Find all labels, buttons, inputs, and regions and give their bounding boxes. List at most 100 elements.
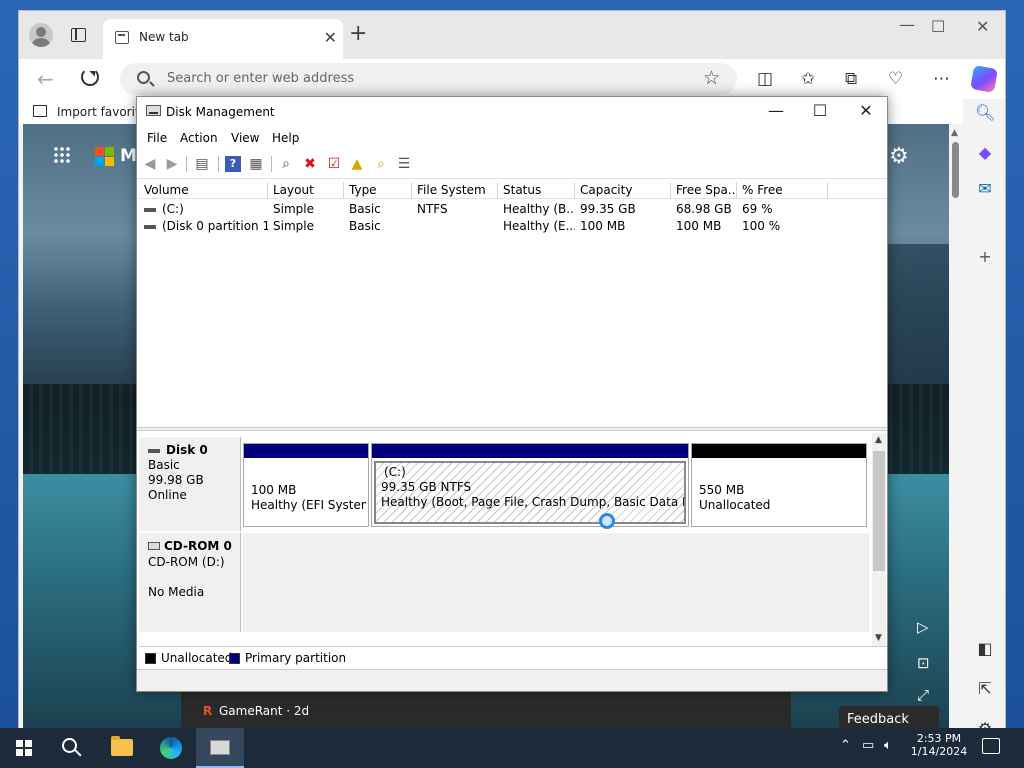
- favorite-star-icon[interactable]: ☆: [703, 67, 720, 89]
- menu-action[interactable]: Action: [180, 131, 218, 145]
- start-button-windows-icon[interactable]: [16, 740, 32, 756]
- address-bar[interactable]: Search or enter web address ☆: [120, 63, 737, 95]
- expand-icon[interactable]: ⤢: [917, 686, 929, 704]
- volume-muted-icon[interactable]: 🔈︎: [884, 738, 892, 753]
- layout-cell: Simple: [273, 202, 314, 216]
- column-status[interactable]: Status: [498, 182, 575, 199]
- menu-view[interactable]: View: [231, 131, 259, 145]
- cdrom-0-label[interactable]: CD-ROM 0 CD-ROM (D:) No Media: [139, 533, 241, 632]
- tab-title: New tab: [139, 30, 189, 44]
- disk-name: CD-ROM 0: [164, 539, 232, 553]
- app-launcher-icon[interactable]: [53, 146, 71, 164]
- window-title-bar[interactable]: Disk Management — ☐ ✕: [137, 97, 887, 127]
- disk-size: 99.98 GB: [148, 473, 204, 487]
- check-icon[interactable]: ☑: [326, 156, 342, 172]
- partition-status: Healthy (Boot, Page File, Crash Dump, Ba…: [381, 495, 684, 509]
- tab-actions-icon[interactable]: [71, 28, 86, 42]
- import-favorites-link[interactable]: Import favorite: [57, 105, 147, 119]
- back-arrow-icon[interactable]: ◀: [142, 156, 158, 172]
- disk-type: Basic: [148, 458, 180, 472]
- close-window-icon[interactable]: ✕: [976, 17, 989, 36]
- partition-body: 100 MB Healthy (EFI System P: [246, 461, 366, 524]
- properties-icon[interactable]: ▦: [248, 156, 264, 172]
- free-space-cell: 100 MB: [676, 219, 722, 233]
- free-space-cell: 68.98 GB: [676, 202, 732, 216]
- split-screen-icon[interactable]: ◫: [757, 69, 773, 89]
- open-external-icon[interactable]: ⇱: [975, 679, 995, 699]
- column-file-system[interactable]: File System: [412, 182, 498, 199]
- hide-sidebar-icon[interactable]: ◧: [975, 639, 995, 659]
- import-favorites-icon[interactable]: [33, 105, 47, 117]
- forward-arrow-icon[interactable]: ▶: [164, 156, 180, 172]
- back-icon[interactable]: ←: [37, 67, 54, 91]
- favorites-icon[interactable]: ✩: [801, 69, 815, 89]
- table-row[interactable]: (Disk 0 partition 1) Simple Basic Health…: [139, 218, 887, 235]
- scrollbar-thumb[interactable]: [952, 142, 959, 198]
- scroll-down-icon[interactable]: ▼: [875, 633, 882, 643]
- page-scrollbar[interactable]: ▲: [949, 124, 963, 734]
- close-tab-icon[interactable]: ✕: [324, 28, 337, 47]
- search-sidebar-icon[interactable]: 🔍︎: [975, 103, 995, 123]
- play-icon[interactable]: ▷: [917, 618, 929, 636]
- page-settings-gear-icon[interactable]: ⚙: [889, 144, 909, 169]
- new-tab-plus-icon[interactable]: +: [349, 21, 367, 46]
- table-row[interactable]: (C:) Simple Basic NTFS Healthy (B... 99.…: [139, 201, 887, 218]
- disk-management-taskbar-icon: [210, 740, 230, 755]
- browser-sidebar: 🔍︎ ◆ ✉ + ◧ ⇱ ⚙: [963, 99, 1005, 734]
- scrollbar-thumb[interactable]: [873, 451, 885, 571]
- pane-splitter[interactable]: [137, 427, 887, 431]
- disk-name-line: Disk 0: [148, 443, 208, 457]
- column-capacity[interactable]: Capacity: [575, 182, 671, 199]
- minimize-button[interactable]: —: [753, 101, 799, 123]
- disk-state: Online: [148, 488, 187, 502]
- close-button[interactable]: ✕: [843, 101, 889, 123]
- collections-icon[interactable]: ⧉: [845, 69, 857, 89]
- network-icon[interactable]: ▭: [862, 738, 874, 753]
- cdrom-empty-area[interactable]: [243, 533, 869, 632]
- copilot-sidebar-icon[interactable]: ◆: [975, 143, 995, 163]
- menu-help[interactable]: Help: [272, 131, 299, 145]
- menu-file[interactable]: File: [147, 131, 167, 145]
- copilot-icon[interactable]: [970, 65, 998, 93]
- column-percent-free[interactable]: % Free: [737, 182, 828, 199]
- address-input[interactable]: Search or enter web address: [167, 71, 354, 86]
- maximize-button[interactable]: ☐: [797, 101, 843, 123]
- delete-icon[interactable]: ✖: [302, 156, 318, 172]
- connect-icon[interactable]: ⌕: [278, 156, 294, 172]
- edge-browser-icon[interactable]: [160, 737, 182, 759]
- taskbar-disk-management-app[interactable]: [196, 728, 244, 768]
- column-layout[interactable]: Layout: [268, 182, 344, 199]
- scroll-up-icon[interactable]: ▲: [875, 435, 882, 445]
- maximize-icon[interactable]: ☐: [931, 17, 945, 36]
- image-icon[interactable]: ⊡: [917, 654, 930, 672]
- disk-0-label[interactable]: Disk 0 Basic 99.98 GB Online: [139, 437, 241, 531]
- browser-essentials-icon[interactable]: ♡: [888, 69, 903, 89]
- disk-management-app-icon: [146, 105, 161, 116]
- refresh-icon[interactable]: [81, 68, 99, 86]
- show-hidden-icons-chevron-icon[interactable]: ⌃: [840, 738, 851, 753]
- column-volume[interactable]: Volume: [139, 182, 268, 199]
- list-view-icon[interactable]: ☰: [396, 156, 412, 172]
- minimize-icon[interactable]: —: [899, 15, 915, 34]
- partition-efi[interactable]: 100 MB Healthy (EFI System P: [243, 443, 369, 527]
- more-options-icon[interactable]: ⋯: [933, 69, 950, 89]
- volume-name: (C:): [162, 202, 184, 216]
- scroll-up-icon[interactable]: ▲: [951, 128, 958, 138]
- open-folder-icon[interactable]: ▲: [349, 156, 365, 172]
- help-icon[interactable]: ?: [225, 156, 241, 172]
- column-type[interactable]: Type: [344, 182, 412, 199]
- partition-c[interactable]: (C:) 99.35 GB NTFS Healthy (Boot, Page F…: [371, 443, 689, 529]
- show-hide-console-tree-icon[interactable]: ▤: [194, 156, 210, 172]
- tab-new-tab[interactable]: New tab ✕: [103, 19, 343, 59]
- taskbar-search-icon[interactable]: [62, 738, 77, 753]
- notifications-icon[interactable]: [982, 738, 1000, 754]
- disk-view-scrollbar[interactable]: ▲ ▼: [872, 433, 886, 646]
- profile-avatar-icon[interactable]: [29, 23, 53, 47]
- partition-unallocated[interactable]: 550 MB Unallocated: [691, 443, 867, 527]
- outlook-icon[interactable]: ✉: [975, 179, 995, 199]
- column-free-space[interactable]: Free Spa...: [671, 182, 737, 199]
- file-explorer-icon[interactable]: [111, 736, 133, 756]
- search-folder-icon[interactable]: ⌕: [373, 156, 389, 172]
- clock[interactable]: 2:53 PM 1/14/2024: [906, 732, 972, 758]
- add-sidebar-app-icon[interactable]: +: [975, 247, 995, 267]
